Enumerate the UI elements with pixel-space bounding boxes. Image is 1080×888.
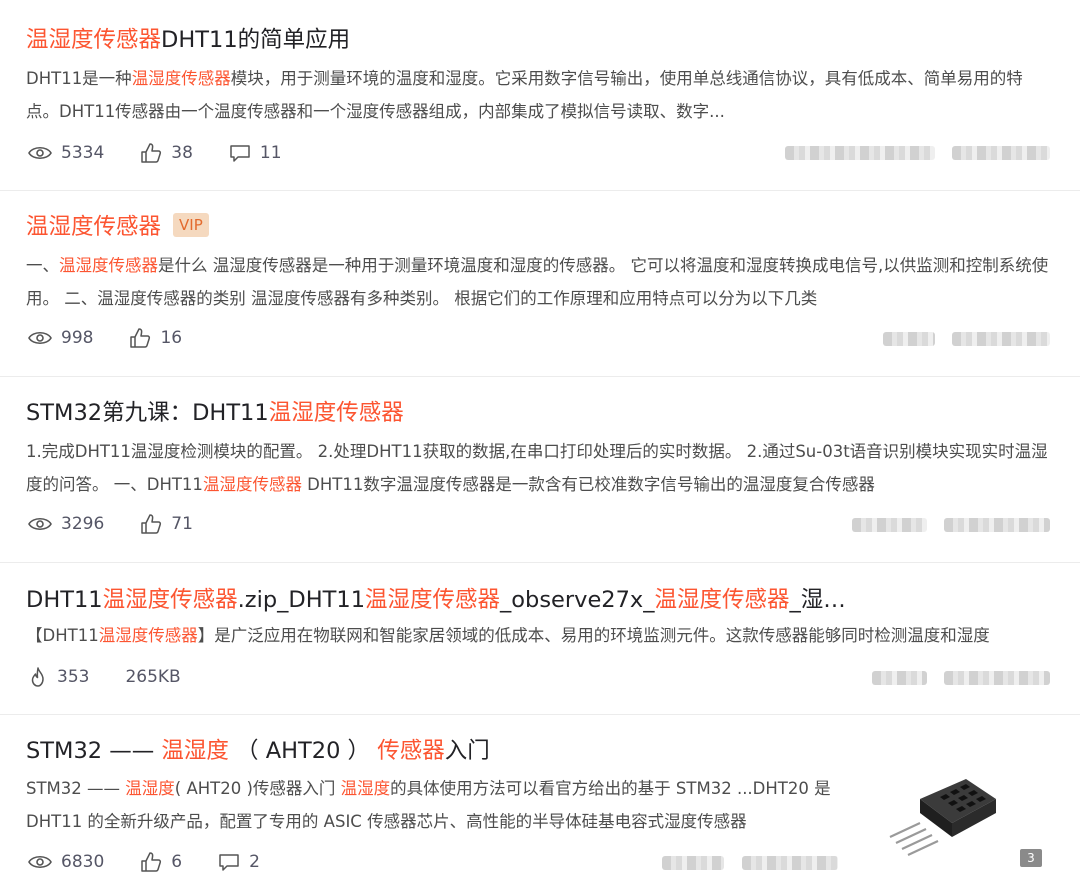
publish-date-blurred <box>952 146 1050 160</box>
result-meta: 3296 71 <box>28 511 229 537</box>
comment-icon <box>219 854 239 871</box>
likes-count: 38 <box>171 143 193 163</box>
file-size-value: 265KB <box>125 667 181 687</box>
text-segment: .zip_DHT11 <box>237 587 366 613</box>
keyword-highlight: 温湿度传感器 <box>98 626 198 645</box>
text-segment: STM32 —— <box>26 779 126 798</box>
author-name-blurred[interactable] <box>662 856 724 870</box>
keyword-highlight: 温湿度传感器 <box>268 400 404 426</box>
result-card[interactable]: STM32第九课：DHT11温湿度传感器 1.完成DHT11温湿度检测模块的配置… <box>0 376 1080 563</box>
publish-date-blurred <box>944 518 1050 532</box>
text-segment: DHT11 <box>26 587 103 613</box>
text-segment: 一、 <box>26 256 59 275</box>
text-segment: _observe27x_ <box>500 587 655 613</box>
keyword-highlight: 温湿度 <box>340 779 391 798</box>
result-description: DHT11是一种温湿度传感器模块，用于测量环境的温度和湿度。它采用数字信号输出，… <box>26 62 1052 128</box>
result-title-link[interactable]: 温湿度传感器DHT11的简单应用 <box>26 24 350 56</box>
text-segment: ( AHT20 )传感器入门 <box>174 779 341 798</box>
views-count: 6830 <box>61 852 105 872</box>
views-stat: 6830 <box>28 852 104 872</box>
image-count-badge: 3 <box>1020 849 1042 867</box>
thumbs-up-icon <box>130 328 151 348</box>
result-title-link[interactable]: STM32 —— 温湿度 （ AHT20 ） 传感器入门 <box>26 735 490 767</box>
result-meta: 353 265KB <box>28 664 217 690</box>
comments-stat[interactable]: 11 <box>229 143 282 163</box>
author-name-blurred[interactable] <box>852 518 927 532</box>
keyword-highlight: 温湿度传感器 <box>131 69 231 88</box>
result-card[interactable]: DHT11温湿度传感器.zip_DHT11温湿度传感器_observe27x_温… <box>0 562 1080 715</box>
text-segment: DHT11的简单应用 <box>161 27 351 53</box>
likes-count: 6 <box>171 852 183 872</box>
views-count: 5334 <box>61 143 105 163</box>
author-name-blurred[interactable] <box>883 332 935 346</box>
thumbs-up-icon <box>141 143 162 163</box>
views-count: 3296 <box>61 514 105 534</box>
keyword-highlight: 温湿度传感器 <box>365 587 501 613</box>
publish-date-blurred <box>944 671 1050 685</box>
result-title-link[interactable]: STM32第九课：DHT11温湿度传感器 <box>26 397 404 429</box>
likes-stat[interactable]: 38 <box>140 142 193 164</box>
keyword-highlight: 温湿度传感器 <box>26 214 162 240</box>
file-size: 265KB <box>125 667 180 687</box>
text-segment: 【DHT11 <box>26 626 99 645</box>
keyword-highlight: 温湿度 <box>161 738 229 764</box>
publish-date-blurred <box>952 332 1050 346</box>
views-stat: 5334 <box>28 143 104 163</box>
eye-icon <box>28 517 52 531</box>
views-count: 998 <box>61 328 94 348</box>
keyword-highlight: 传感器 <box>377 738 445 764</box>
thumbs-up-icon <box>141 514 162 534</box>
eye-icon <box>28 331 52 345</box>
comments-count: 11 <box>259 143 282 163</box>
author-name-blurred[interactable] <box>785 146 935 160</box>
hot-count: 353 <box>57 667 90 687</box>
likes-stat[interactable]: 6 <box>140 851 182 873</box>
text-segment: STM32 —— <box>26 738 162 764</box>
text-segment: _湿… <box>789 587 846 613</box>
keyword-highlight: 温湿度传感器 <box>202 475 302 494</box>
search-results-list: 温湿度传感器DHT11的简单应用 DHT11是一种温湿度传感器模块，用于测量环境… <box>0 0 1080 888</box>
result-meta: 6830 6 2 <box>28 849 296 875</box>
keyword-highlight: 温湿度 <box>125 779 175 798</box>
keyword-highlight: 温湿度传感器 <box>102 587 238 613</box>
hot-stat: 353 <box>28 666 89 688</box>
result-title-link[interactable]: 温湿度传感器 <box>26 214 161 240</box>
text-segment: STM32第九课：DHT11 <box>26 400 269 426</box>
result-description: 1.完成DHT11温湿度检测模块的配置。 2.处理DHT11获取的数据,在串口打… <box>26 435 1052 501</box>
vip-badge: VIP <box>173 213 209 237</box>
text-segment: 是什么 温湿度传感器是一种用于测量环境温度和湿度的传感器。 它可以将温度和湿度转… <box>26 256 1049 308</box>
comment-icon <box>230 145 250 162</box>
keyword-highlight: 温湿度传感器 <box>654 587 790 613</box>
thumbs-up-icon <box>141 852 162 872</box>
views-stat: 998 <box>28 328 93 348</box>
text-segment: 】是广泛应用在物联网和智能家居领域的低成本、易用的环境监测元件。这款传感器能够同… <box>197 626 990 645</box>
sensor-thumbnail-image[interactable] <box>880 771 1000 861</box>
result-description: 【DHT11温湿度传感器】是广泛应用在物联网和智能家居领域的低成本、易用的环境监… <box>26 619 1052 652</box>
eye-icon <box>28 855 52 869</box>
likes-count: 16 <box>160 328 183 348</box>
text-segment: DHT11数字温湿度传感器是一款含有已校准数字信号输出的温湿度复合传感器 <box>301 475 875 494</box>
likes-stat[interactable]: 71 <box>140 513 193 535</box>
text-segment: 入门 <box>444 738 490 764</box>
views-stat: 3296 <box>28 514 104 534</box>
result-description: STM32 —— 温湿度( AHT20 )传感器入门 温湿度的具体使用方法可以看… <box>26 772 841 838</box>
result-meta: 998 16 <box>28 325 218 351</box>
publish-date-blurred <box>742 856 838 870</box>
comments-stat[interactable]: 2 <box>218 852 260 872</box>
author-name-blurred[interactable] <box>872 671 927 685</box>
comments-count: 2 <box>249 852 260 872</box>
keyword-highlight: 温湿度传感器 <box>26 27 162 53</box>
result-title-link[interactable]: DHT11温湿度传感器.zip_DHT11温湿度传感器_observe27x_温… <box>26 584 846 616</box>
result-card[interactable]: 温湿度传感器 VIP 一、温湿度传感器是什么 温湿度传感器是一种用于测量环境温度和… <box>0 190 1080 377</box>
result-description: 一、温湿度传感器是什么 温湿度传感器是一种用于测量环境温度和湿度的传感器。 它可… <box>26 249 1052 315</box>
text-segment: DHT11是一种 <box>26 69 132 88</box>
result-meta: 5334 38 11 <box>28 140 318 166</box>
likes-count: 71 <box>171 514 193 534</box>
flame-icon <box>31 667 44 687</box>
eye-icon <box>28 146 52 160</box>
text-segment: （ AHT20 ） <box>228 738 378 764</box>
likes-stat[interactable]: 16 <box>129 327 182 349</box>
result-card[interactable]: 温湿度传感器DHT11的简单应用 DHT11是一种温湿度传感器模块，用于测量环境… <box>0 0 1080 191</box>
keyword-highlight: 温湿度传感器 <box>59 256 158 275</box>
